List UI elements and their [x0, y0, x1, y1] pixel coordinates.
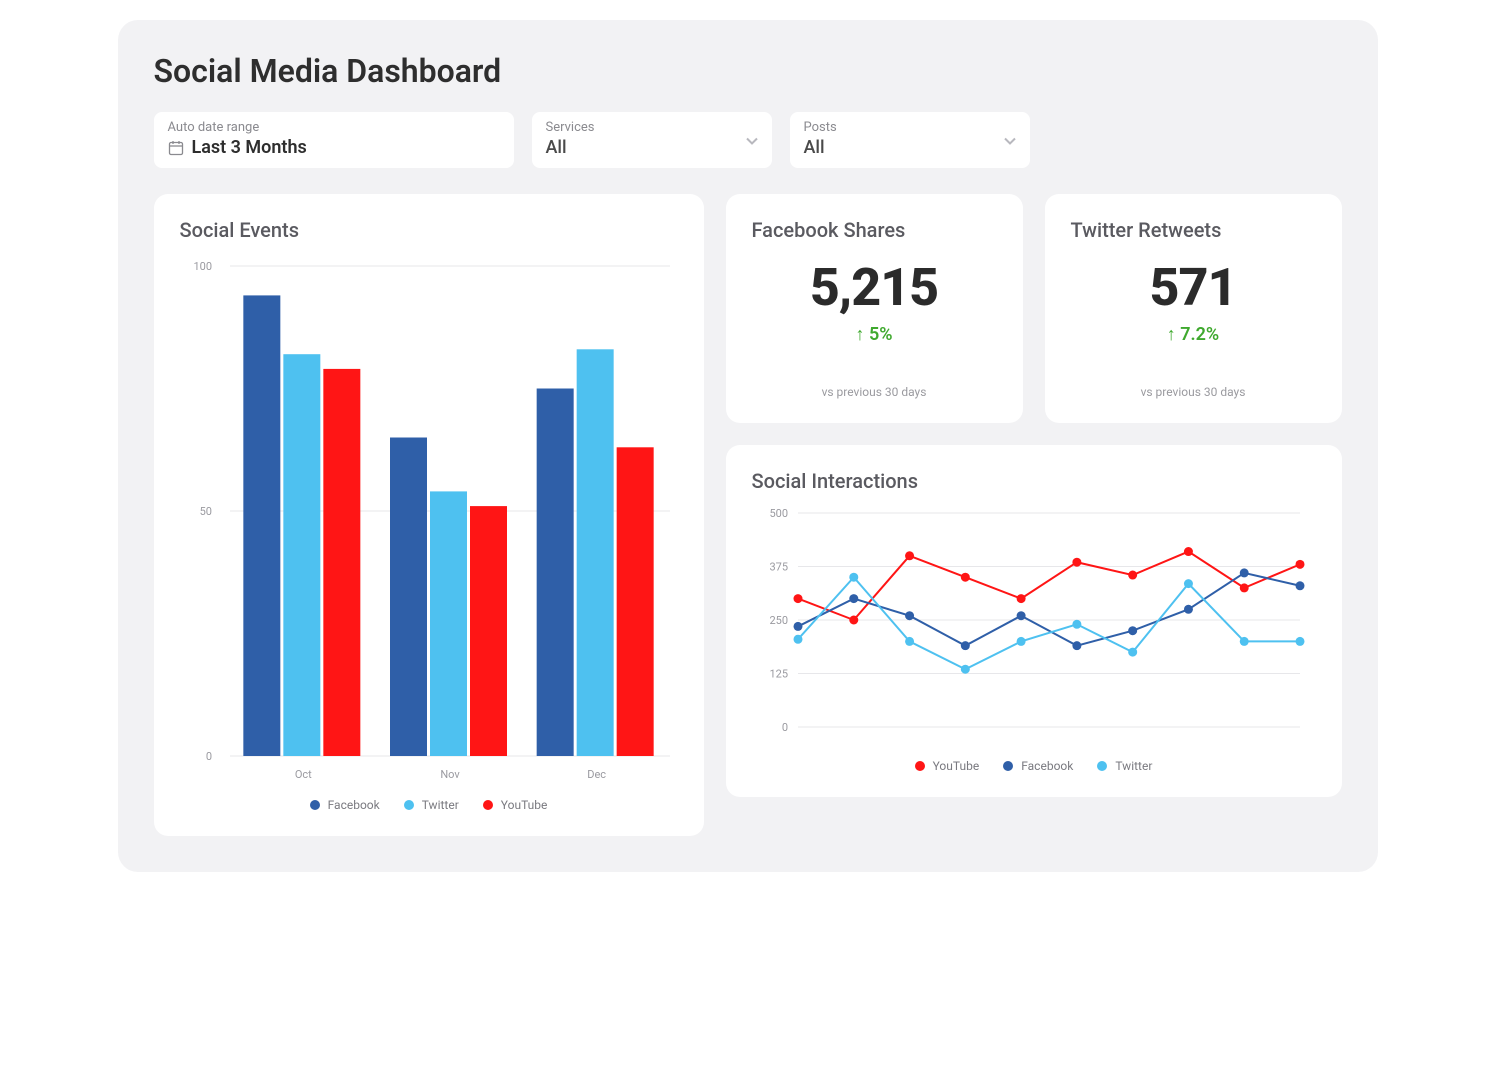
filter-services[interactable]: Services All — [532, 112, 772, 168]
chevron-down-icon — [746, 131, 758, 150]
filter-value: All — [546, 137, 758, 158]
chevron-down-icon — [1004, 131, 1016, 150]
svg-text:125: 125 — [769, 668, 788, 681]
svg-text:0: 0 — [205, 750, 211, 763]
card-title: Social Events — [180, 218, 678, 242]
chart-social-interactions: 0 125 250 375 500 — [752, 507, 1312, 747]
card-facebook-shares: Facebook Shares 5,215 ↑ 5% vs previous 3… — [726, 194, 1023, 423]
dot-facebook — [310, 800, 320, 810]
kpi-delta: ↑ 7.2% — [1071, 324, 1316, 345]
chart-social-events: 0 50 100 Oct Nov Dec — [180, 256, 680, 786]
filter-bar: Auto date range Last 3 Months Services A… — [154, 112, 1342, 168]
kpi-value: 571 — [1071, 262, 1316, 314]
dot-youtube — [915, 761, 925, 771]
kpi-title: Facebook Shares — [752, 218, 997, 242]
filter-posts[interactable]: Posts All — [790, 112, 1030, 168]
kpi-subtext: vs previous 30 days — [752, 385, 997, 399]
filter-value: Last 3 Months — [192, 137, 307, 158]
dashboard: Social Media Dashboard Auto date range L… — [118, 20, 1378, 872]
svg-text:50: 50 — [199, 505, 211, 518]
filter-label: Posts — [804, 120, 1016, 135]
card-social-interactions: Social Interactions 0 125 250 375 500 YouTub… — [726, 445, 1342, 797]
page-title: Social Media Dashboard — [154, 52, 1342, 90]
dot-facebook — [1003, 761, 1013, 771]
filter-label: Auto date range — [168, 120, 500, 135]
kpi-subtext: vs previous 30 days — [1071, 385, 1316, 399]
svg-text:250: 250 — [769, 614, 788, 627]
legend-social-interactions: YouTube Facebook Twitter — [752, 759, 1316, 773]
legend-item-youtube: YouTube — [915, 759, 980, 773]
legend-item-twitter: Twitter — [1097, 759, 1152, 773]
dot-twitter — [404, 800, 414, 810]
filter-date-range[interactable]: Auto date range Last 3 Months — [154, 112, 514, 168]
kpi-delta: ↑ 5% — [752, 324, 997, 345]
legend-item-twitter: Twitter — [404, 798, 459, 812]
filter-label: Services — [546, 120, 758, 135]
right-column: Facebook Shares 5,215 ↑ 5% vs previous 3… — [726, 194, 1342, 836]
content-grid: Social Events 0 50 100 Oct Nov Dec Facebook T… — [154, 194, 1342, 836]
calendar-icon — [168, 140, 184, 156]
dot-youtube — [483, 800, 493, 810]
kpi-row: Facebook Shares 5,215 ↑ 5% vs previous 3… — [726, 194, 1342, 423]
svg-text:500: 500 — [769, 507, 788, 520]
svg-text:0: 0 — [781, 721, 787, 734]
legend-item-facebook: Facebook — [310, 798, 380, 812]
svg-text:100: 100 — [193, 260, 212, 273]
card-title: Social Interactions — [752, 469, 1316, 493]
kpi-title: Twitter Retweets — [1071, 218, 1316, 242]
filter-value: All — [804, 137, 1016, 158]
svg-text:Dec: Dec — [587, 768, 606, 781]
legend-social-events: Facebook Twitter YouTube — [180, 798, 678, 812]
dot-twitter — [1097, 761, 1107, 771]
kpi-value: 5,215 — [752, 262, 997, 314]
card-twitter-retweets: Twitter Retweets 571 ↑ 7.2% vs previous … — [1045, 194, 1342, 423]
svg-text:375: 375 — [769, 561, 788, 574]
legend-item-youtube: YouTube — [483, 798, 548, 812]
card-social-events: Social Events 0 50 100 Oct Nov Dec Facebook T… — [154, 194, 704, 836]
svg-text:Nov: Nov — [440, 768, 460, 781]
legend-item-facebook: Facebook — [1003, 759, 1073, 773]
svg-text:Oct: Oct — [294, 768, 311, 781]
